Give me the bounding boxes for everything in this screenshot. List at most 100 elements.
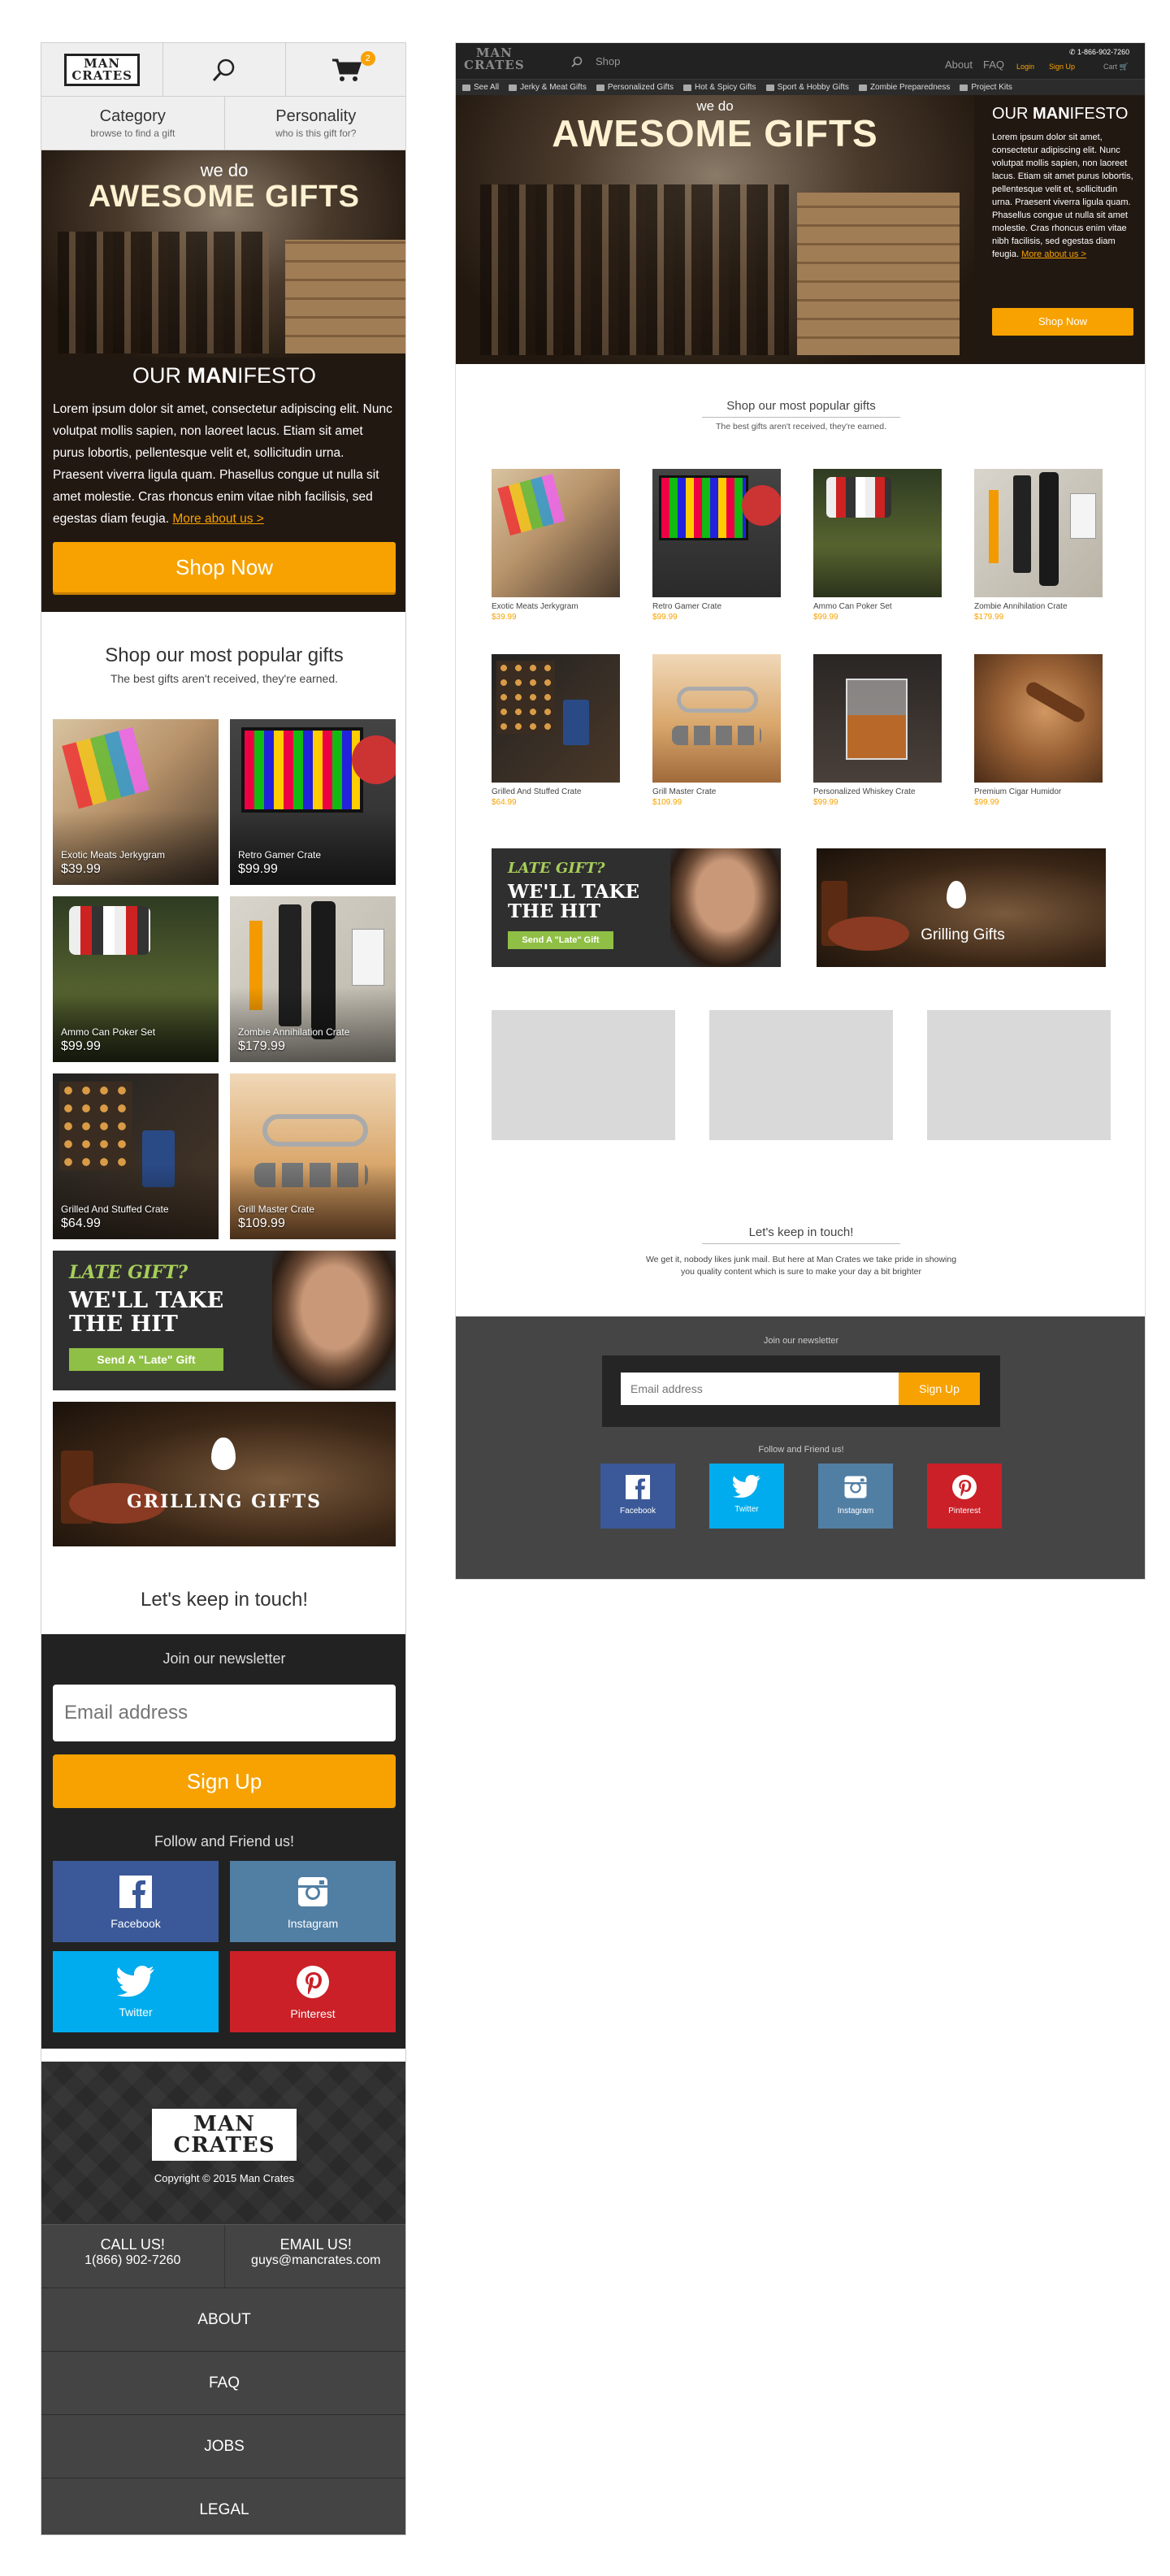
flame-icon <box>211 1438 236 1470</box>
send-late-gift-button[interactable]: Send A "Late" Gift <box>69 1348 223 1371</box>
facebook-button[interactable]: Facebook <box>600 1464 675 1529</box>
facebook-icon <box>119 1876 152 1908</box>
title-divider <box>702 417 900 418</box>
mobile-header: MAN CRATES 2 <box>41 43 405 97</box>
product-card[interactable]: Grill Master Crate $109.99 <box>652 654 781 807</box>
product-card[interactable]: Ammo Can Poker Set $99.99 <box>813 469 942 622</box>
instagram-button[interactable]: Instagram <box>230 1861 396 1942</box>
category-project-kits[interactable]: Project Kits <box>960 83 1012 92</box>
social-label: Pinterest <box>290 2007 336 2020</box>
email-input[interactable] <box>53 1685 396 1741</box>
product-card[interactable]: Premium Cigar Humidor $99.99 <box>974 654 1103 807</box>
cart-link[interactable]: Cart 🛒 <box>1103 63 1129 72</box>
popular-title: Shop our most popular gifts <box>105 644 344 666</box>
product-price: $99.99 <box>238 862 278 876</box>
hero-crates <box>285 240 405 353</box>
product-image-detail <box>742 485 781 526</box>
nav-faq[interactable]: FAQ <box>983 59 1004 71</box>
hero-headline: AWESOME GIFTS <box>552 112 878 154</box>
product-tile[interactable]: Exotic Meats Jerkygram $39.99 <box>53 719 219 885</box>
product-card[interactable]: Grilled And Stuffed Crate $64.99 <box>492 654 620 807</box>
footer-link-jobs[interactable]: JOBS <box>41 2414 405 2478</box>
product-price: $109.99 <box>652 798 682 807</box>
phone-icon: ✆ <box>1069 48 1078 56</box>
late-gift-banner[interactable]: LATE GIFT? WE'LL TAKE THE HIT Send A "La… <box>53 1251 396 1390</box>
product-tile[interactable]: Zombie Annihilation Crate $179.99 <box>230 896 396 1062</box>
logo[interactable]: MAN CRATES <box>464 47 525 72</box>
email-us[interactable]: EMAIL US! guys@mancrates.com <box>225 2225 406 2288</box>
twitter-button[interactable]: Twitter <box>53 1951 219 2032</box>
category-hot-spicy[interactable]: Hot & Spicy Gifts <box>682 83 756 92</box>
product-tile[interactable]: Retro Gamer Crate $99.99 <box>230 719 396 885</box>
product-image-detail <box>496 661 555 734</box>
late-gift-line1: LATE GIFT? <box>69 1262 188 1283</box>
product-tile[interactable]: Ammo Can Poker Set $99.99 <box>53 896 219 1062</box>
pinterest-button[interactable]: Pinterest <box>927 1464 1002 1529</box>
product-card[interactable]: Zombie Annihilation Crate $179.99 <box>974 469 1103 622</box>
footer-link-legal[interactable]: LEGAL <box>41 2478 405 2535</box>
shop-now-button[interactable]: Shop Now <box>992 308 1133 336</box>
product-tile[interactable]: Grill Master Crate $109.99 <box>230 1073 396 1239</box>
category-label: Jerky & Meat Gifts <box>520 83 587 92</box>
email-input[interactable] <box>621 1373 899 1405</box>
manifesto-title-bold: MAN <box>1033 105 1070 123</box>
footer-link-faq[interactable]: FAQ <box>41 2351 405 2414</box>
sign-up-button[interactable]: Sign Up <box>899 1373 980 1405</box>
call-us[interactable]: CALL US! 1(866) 902-7260 <box>41 2225 225 2288</box>
twitter-button[interactable]: Twitter <box>709 1464 784 1529</box>
product-card[interactable]: Exotic Meats Jerkygram $39.99 <box>492 469 620 622</box>
category-filter[interactable]: Category browse to find a gift <box>41 97 225 150</box>
product-card[interactable]: Personalized Whiskey Crate $99.99 <box>813 654 942 807</box>
product-card[interactable]: Retro Gamer Crate $99.99 <box>652 469 781 622</box>
personality-filter[interactable]: Personality who is this gift for? <box>225 97 406 150</box>
product-image <box>813 469 942 597</box>
search-icon[interactable] <box>571 56 583 67</box>
product-image-detail <box>677 687 758 713</box>
login-link[interactable]: Login <box>1016 63 1034 71</box>
manifesto-title: OUR MANIFESTO <box>992 105 1128 124</box>
product-tile[interactable]: Grilled And Stuffed Crate $64.99 <box>53 1073 219 1239</box>
placeholder-block <box>492 1010 675 1140</box>
facebook-button[interactable]: Facebook <box>53 1861 219 1942</box>
grilling-gifts-banner[interactable]: Grilling Gifts <box>817 848 1106 967</box>
product-image <box>652 469 781 597</box>
cart-button[interactable]: 2 <box>286 43 405 96</box>
nav-about[interactable]: About <box>945 59 973 71</box>
product-price: $179.99 <box>974 613 1004 622</box>
category-jerky[interactable]: Jerky & Meat Gifts <box>509 83 587 92</box>
logo-line-2: CRATES <box>464 58 525 72</box>
shop-now-button[interactable]: Shop Now <box>53 542 396 592</box>
product-name: Retro Gamer Crate <box>238 849 322 861</box>
email-us-label: EMAIL US! <box>280 2236 352 2253</box>
nav-shop[interactable]: Shop <box>596 55 620 67</box>
product-caption: Zombie Annihilation Crate $179.99 <box>238 1026 349 1054</box>
grilling-gifts-banner[interactable]: GRILLING GIFTS <box>53 1402 396 1546</box>
sign-up-link[interactable]: Sign Up <box>1049 63 1075 71</box>
send-late-gift-button[interactable]: Send A "Late" Gift <box>508 931 613 949</box>
sign-up-button[interactable]: Sign Up <box>53 1754 396 1808</box>
more-about-us-link[interactable]: More about us > <box>172 512 263 526</box>
more-about-us-link[interactable]: More about us > <box>1021 249 1086 259</box>
product-image <box>62 726 150 809</box>
manifesto-title-pre: OUR <box>132 363 188 388</box>
late-gift-banner[interactable]: LATE GIFT? WE'LL TAKE THE HIT Send A "La… <box>492 848 781 967</box>
hero-we-do: we do <box>200 160 249 180</box>
hero-crates <box>797 193 960 355</box>
product-image-detail <box>352 929 384 986</box>
instagram-button[interactable]: Instagram <box>818 1464 893 1529</box>
footer-link-about[interactable]: ABOUT <box>41 2288 405 2351</box>
logo[interactable]: MAN CRATES <box>41 43 164 96</box>
category-label: Project Kits <box>971 83 1012 92</box>
newsletter-heading: Join our newsletter <box>162 1650 286 1667</box>
category-zombie[interactable]: Zombie Preparedness <box>858 83 950 92</box>
product-price: $39.99 <box>61 862 101 876</box>
category-see-all[interactable]: See All <box>462 83 499 92</box>
footer-logo[interactable]: MAN CRATES <box>152 2109 297 2161</box>
manifesto-title-bold: MAN <box>187 363 237 388</box>
manifesto-text: Lorem ipsum dolor sit amet, consectetur … <box>53 402 392 526</box>
category-sport-hobby[interactable]: Sport & Hobby Gifts <box>765 83 849 92</box>
product-name: Premium Cigar Humidor <box>974 787 1062 796</box>
search-button[interactable] <box>163 43 286 96</box>
pinterest-button[interactable]: Pinterest <box>230 1951 396 2032</box>
category-personalized[interactable]: Personalized Gifts <box>596 83 674 92</box>
